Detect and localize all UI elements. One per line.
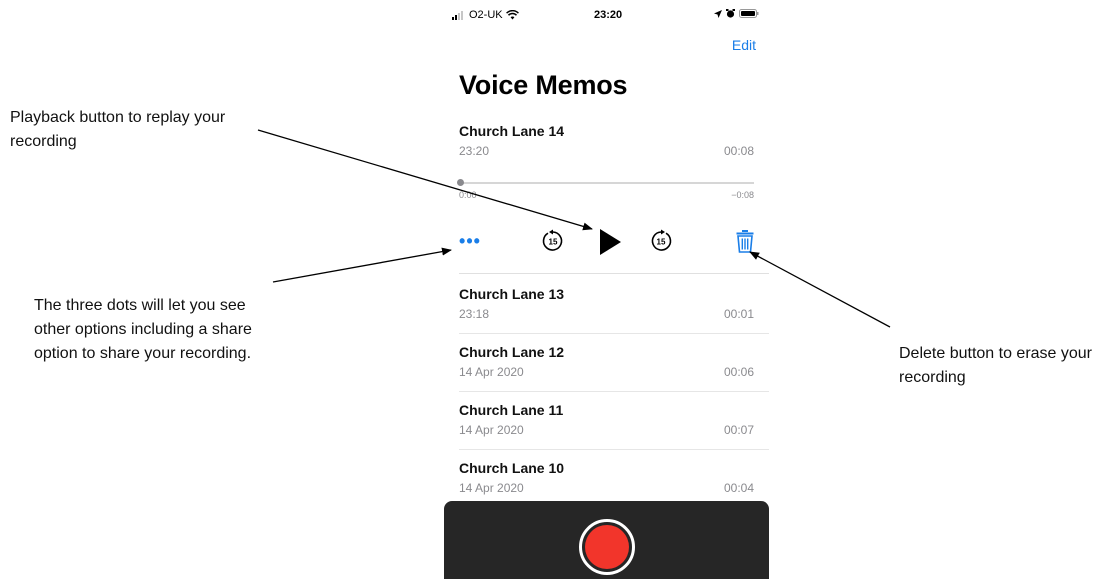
list-item[interactable]: Church Lane 11 14 Apr 2020 00:07 — [444, 392, 769, 450]
arrow-to-more — [272, 247, 452, 283]
memo-date: 14 Apr 2020 — [459, 423, 524, 437]
memo-name: Church Lane 13 — [459, 286, 565, 302]
signal-icon — [452, 10, 463, 20]
wifi-icon — [505, 10, 519, 20]
playback-scrubber[interactable] — [459, 182, 754, 184]
trash-icon — [736, 230, 754, 253]
callout-delete: Delete button to erase your recording — [899, 345, 1093, 386]
status-bar: O2-UK 23:20 — [444, 9, 769, 25]
carrier-group: O2-UK — [452, 9, 519, 21]
list-item[interactable]: Church Lane 13 23:18 00:01 — [444, 276, 769, 334]
skip-forward-15-icon: 15 — [651, 229, 672, 251]
more-options-button[interactable]: ••• — [459, 231, 481, 251]
memo-duration: 00:01 — [723, 307, 754, 321]
memo-name: Church Lane 11 — [459, 402, 564, 418]
elapsed-time: 0:00 — [459, 190, 477, 200]
remaining-time: −0:08 — [731, 190, 754, 200]
clock: 23:20 — [594, 9, 623, 21]
delete-button[interactable] — [734, 228, 756, 254]
memo-duration: 00:04 — [723, 481, 754, 495]
skip-back-15-button[interactable]: 15 — [541, 229, 565, 253]
alarm-icon — [726, 9, 735, 18]
skip-forward-15-button[interactable]: 15 — [649, 229, 673, 253]
location-icon — [714, 9, 722, 18]
record-icon — [585, 525, 629, 569]
selected-memo-duration: 00:08 — [723, 144, 754, 158]
edit-button[interactable]: Edit — [732, 37, 756, 53]
memo-date: 14 Apr 2020 — [459, 365, 524, 379]
status-right — [714, 9, 759, 18]
battery-icon — [739, 9, 759, 18]
callout-playback: Playback button to replay your recording — [10, 109, 226, 150]
list-item[interactable]: Church Lane 10 14 Apr 2020 00:04 — [444, 450, 769, 508]
list-item[interactable]: Church Lane 12 14 Apr 2020 00:06 — [444, 334, 769, 392]
memo-name: Church Lane 10 — [459, 460, 565, 476]
skip-back-15-icon: 15 — [542, 229, 563, 251]
selected-memo-date: 23:20 — [459, 144, 490, 158]
memo-date: 23:18 — [459, 307, 490, 321]
scrubber-thumb[interactable] — [457, 179, 464, 186]
memo-name: Church Lane 12 — [459, 344, 565, 360]
arrow-to-delete — [749, 251, 891, 328]
play-button[interactable] — [596, 227, 624, 257]
memo-duration: 00:06 — [723, 365, 754, 379]
selected-memo-name: Church Lane 14 — [459, 123, 565, 139]
skip-forward-label: 15 — [657, 238, 666, 247]
memo-date: 14 Apr 2020 — [459, 481, 524, 495]
memo-duration: 00:07 — [723, 423, 754, 437]
callout-more-options: The three dots will let you see other op… — [34, 297, 252, 362]
selected-divider — [459, 273, 769, 274]
page-title: Voice Memos — [459, 70, 628, 100]
record-panel — [444, 501, 769, 579]
skip-back-label: 15 — [549, 238, 558, 247]
playback-controls: ••• 15 15 — [444, 227, 769, 257]
play-icon — [600, 229, 621, 255]
record-button[interactable] — [579, 519, 635, 575]
selected-memo[interactable]: Church Lane 14 23:20 00:08 0:00 −0:08 ••… — [444, 120, 769, 276]
phone-screen: O2-UK 23:20 Edit Voice Memos Church Lane… — [444, 0, 769, 579]
memo-list: Church Lane 13 23:18 00:01 Church Lane 1… — [444, 276, 769, 508]
carrier-label: O2-UK — [469, 9, 503, 21]
